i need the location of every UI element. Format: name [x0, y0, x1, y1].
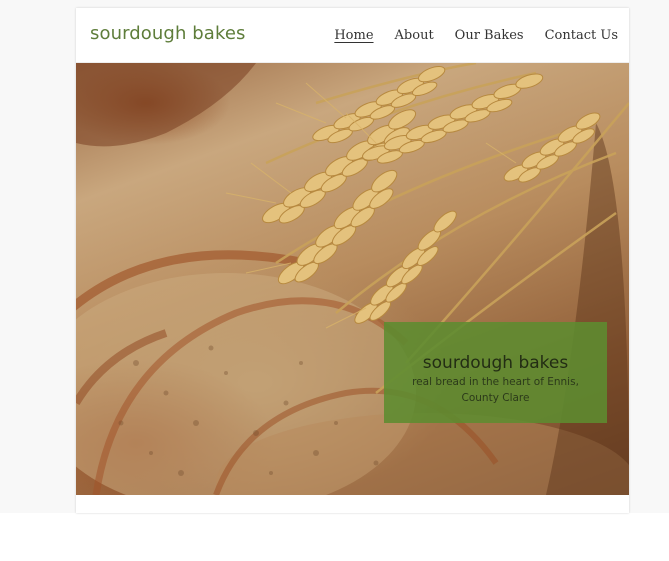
nav-link-our-bakes[interactable]: Our Bakes: [455, 28, 524, 43]
hero-caption-subtitle: real bread in the heart of Ennis, County…: [412, 376, 579, 404]
hero-caption-box: sourdough bakes real bread in the heart …: [384, 322, 607, 423]
website-frame: sourdough bakes Home About Our Bakes Con…: [76, 8, 629, 513]
nav-link-about[interactable]: About: [395, 28, 434, 43]
nav-link-contact-us[interactable]: Contact Us: [545, 28, 618, 43]
nav-link-home[interactable]: Home: [334, 28, 373, 43]
brand-logo-text[interactable]: sourdough bakes: [90, 23, 245, 44]
wheat-bread-illustration: [76, 63, 629, 495]
hero-caption-title: sourdough bakes: [422, 353, 569, 373]
main-nav: Home About Our Bakes Contact Us: [334, 28, 618, 43]
hero-image: sourdough bakes real bread in the heart …: [76, 63, 629, 495]
site-header: sourdough bakes Home About Our Bakes Con…: [76, 8, 629, 63]
